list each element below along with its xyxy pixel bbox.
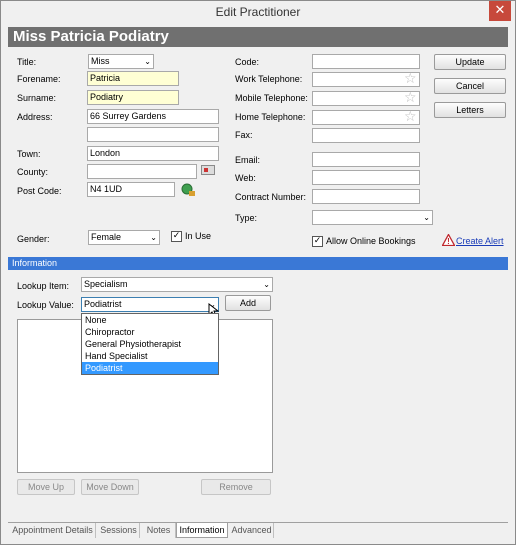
contract-number-label: Contract Number: — [235, 192, 307, 202]
move-up-button[interactable]: Move Up — [17, 479, 75, 495]
work-telephone-label: Work Telephone: — [235, 74, 303, 84]
dropdown-option-hand-specialist[interactable]: Hand Specialist — [82, 350, 218, 362]
county-field[interactable] — [87, 164, 197, 179]
edit-practitioner-window: Edit Practitioner ✕ Miss Patricia Podiat… — [0, 0, 516, 545]
county-label: County: — [17, 167, 49, 177]
gender-select-value: Female — [91, 232, 122, 242]
county-lookup-icon-mark — [204, 168, 208, 172]
title-select-value: Miss — [91, 56, 110, 66]
surname-field[interactable]: Podiatry — [87, 90, 179, 105]
window-titlebar: Edit Practitioner — [1, 1, 515, 23]
code-field[interactable] — [312, 54, 420, 69]
lookup-value-label: Lookup Value: — [17, 300, 74, 310]
fax-field[interactable] — [312, 128, 420, 143]
globe-icon — [181, 183, 195, 196]
postcode-label: Post Code: — [17, 186, 62, 196]
star-icon[interactable]: ☆ — [404, 110, 417, 124]
dropdown-option-podiatrist[interactable]: Podiatrist — [82, 362, 218, 374]
surname-label: Surname: — [17, 93, 57, 103]
practitioner-name-header: Miss Patricia Podiatry — [8, 27, 508, 47]
lookup-value-value: Podiatrist — [84, 299, 122, 309]
town-field[interactable]: London — [87, 146, 219, 161]
fax-label: Fax: — [235, 130, 253, 140]
contract-number-field[interactable] — [312, 189, 420, 204]
town-label: Town: — [17, 149, 41, 159]
update-button[interactable]: Update — [434, 54, 506, 70]
chevron-down-icon: ⌄ — [144, 57, 151, 66]
dropdown-option-none[interactable]: None — [82, 314, 218, 326]
forename-label: Forename: — [17, 74, 61, 84]
postcode-lookup-icon[interactable] — [180, 183, 196, 197]
chevron-down-icon: ⌄ — [150, 233, 157, 242]
remove-button[interactable]: Remove — [201, 479, 271, 495]
type-label: Type: — [235, 213, 258, 223]
close-icon[interactable]: ✕ — [489, 1, 511, 21]
tab-advanced[interactable]: Advanced — [230, 523, 274, 538]
allow-online-bookings-label: Allow Online Bookings — [326, 236, 416, 246]
address-line2-field[interactable] — [87, 127, 219, 142]
letters-button[interactable]: Letters — [434, 102, 506, 118]
email-field[interactable] — [312, 152, 420, 167]
tab-notes[interactable]: Notes — [142, 523, 176, 538]
in-use-label: In Use — [185, 231, 212, 241]
type-select[interactable]: ⌄ — [312, 210, 433, 225]
add-button[interactable]: Add — [225, 295, 271, 311]
lookup-item-label: Lookup Item: — [17, 281, 70, 291]
star-icon[interactable]: ☆ — [404, 91, 417, 105]
forename-field[interactable]: Patricia — [87, 71, 179, 86]
gender-label: Gender: — [17, 234, 50, 244]
star-icon[interactable]: ☆ — [404, 72, 417, 86]
create-alert-link[interactable]: Create Alert — [456, 236, 504, 246]
address-line1-field[interactable]: 66 Surrey Gardens — [87, 109, 219, 124]
county-lookup-icon[interactable] — [201, 165, 215, 175]
web-label: Web: — [235, 173, 256, 183]
web-field[interactable] — [312, 170, 420, 185]
chevron-down-icon: ⌄ — [423, 213, 430, 222]
dropdown-option-general-physiotherapist[interactable]: General Physiotherapist — [82, 338, 218, 350]
chevron-down-icon: ⌄ — [263, 280, 270, 289]
gender-select[interactable]: Female ⌄ — [88, 230, 160, 245]
postcode-field[interactable]: N4 1UD — [87, 182, 175, 197]
lookup-value-dropdown: None Chiropractor General Physiotherapis… — [81, 313, 219, 375]
allow-online-bookings-checkbox[interactable]: ✓ — [312, 236, 323, 247]
mobile-telephone-label: Mobile Telephone: — [235, 93, 308, 103]
address-label: Address: — [17, 112, 53, 122]
lookup-item-select[interactable]: Specialism ⌄ — [81, 277, 273, 292]
tab-information[interactable]: Information — [176, 523, 228, 538]
cancel-button[interactable]: Cancel — [434, 78, 506, 94]
lookup-value-select[interactable]: Podiatrist ⌄ — [81, 297, 219, 312]
alert-triangle-icon-glyph: ! — [447, 237, 450, 246]
tab-appointment-details[interactable]: Appointment Details — [10, 523, 96, 538]
code-label: Code: — [235, 57, 260, 67]
lookup-item-value: Specialism — [84, 279, 128, 289]
alert-triangle-icon[interactable]: ! — [442, 234, 455, 246]
tab-sessions[interactable]: Sessions — [98, 523, 140, 538]
title-select[interactable]: Miss ⌄ — [88, 54, 154, 69]
dropdown-option-chiropractor[interactable]: Chiropractor — [82, 326, 218, 338]
in-use-checkbox[interactable]: ✓ — [171, 231, 182, 242]
email-label: Email: — [235, 155, 261, 165]
title-label: Title: — [17, 57, 37, 67]
information-section-header: Information — [8, 257, 508, 270]
window-title: Edit Practitioner — [215, 5, 301, 19]
home-telephone-label: Home Telephone: — [235, 112, 306, 122]
move-down-button[interactable]: Move Down — [81, 479, 139, 495]
